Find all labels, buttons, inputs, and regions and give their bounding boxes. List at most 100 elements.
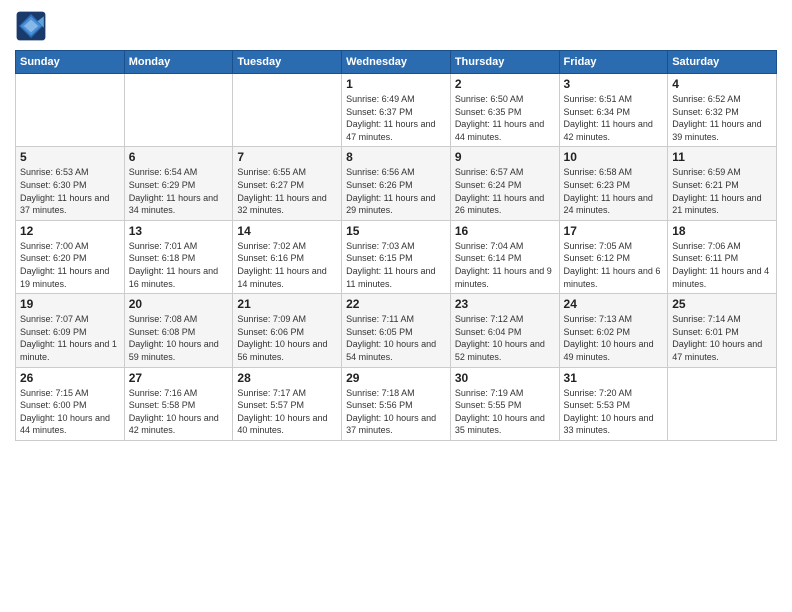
calendar-week-row: 12 Sunrise: 7:00 AM Sunset: 6:20 PM Dayli… bbox=[16, 220, 777, 293]
weekday-header: Tuesday bbox=[233, 51, 342, 74]
day-number: 20 bbox=[129, 297, 229, 311]
day-info: Sunrise: 7:18 AM Sunset: 5:56 PM Dayligh… bbox=[346, 387, 446, 437]
day-number: 3 bbox=[564, 77, 664, 91]
day-number: 12 bbox=[20, 224, 120, 238]
day-number: 22 bbox=[346, 297, 446, 311]
calendar-cell: 30 Sunrise: 7:19 AM Sunset: 5:55 PM Dayli… bbox=[450, 367, 559, 440]
calendar-cell: 21 Sunrise: 7:09 AM Sunset: 6:06 PM Dayli… bbox=[233, 294, 342, 367]
weekday-header: Wednesday bbox=[342, 51, 451, 74]
day-info: Sunrise: 6:55 AM Sunset: 6:27 PM Dayligh… bbox=[237, 166, 337, 216]
calendar-week-row: 1 Sunrise: 6:49 AM Sunset: 6:37 PM Daylig… bbox=[16, 74, 777, 147]
calendar-week-row: 19 Sunrise: 7:07 AM Sunset: 6:09 PM Dayli… bbox=[16, 294, 777, 367]
logo bbox=[15, 10, 51, 42]
calendar-cell: 13 Sunrise: 7:01 AM Sunset: 6:18 PM Dayli… bbox=[124, 220, 233, 293]
page-header bbox=[15, 10, 777, 42]
day-info: Sunrise: 6:59 AM Sunset: 6:21 PM Dayligh… bbox=[672, 166, 772, 216]
calendar-cell: 17 Sunrise: 7:05 AM Sunset: 6:12 PM Dayli… bbox=[559, 220, 668, 293]
calendar-cell: 16 Sunrise: 7:04 AM Sunset: 6:14 PM Dayli… bbox=[450, 220, 559, 293]
calendar-cell: 14 Sunrise: 7:02 AM Sunset: 6:16 PM Dayli… bbox=[233, 220, 342, 293]
day-info: Sunrise: 6:51 AM Sunset: 6:34 PM Dayligh… bbox=[564, 93, 664, 143]
day-number: 17 bbox=[564, 224, 664, 238]
day-info: Sunrise: 7:09 AM Sunset: 6:06 PM Dayligh… bbox=[237, 313, 337, 363]
day-number: 14 bbox=[237, 224, 337, 238]
calendar-cell: 10Sunrise: 6:58 AM Sunset: 6:23 PM Dayli… bbox=[559, 147, 668, 220]
day-number: 31 bbox=[564, 371, 664, 385]
calendar-cell: 2Sunrise: 6:50 AM Sunset: 6:35 PM Daylig… bbox=[450, 74, 559, 147]
day-info: Sunrise: 6:57 AM Sunset: 6:24 PM Dayligh… bbox=[455, 166, 555, 216]
weekday-header: Sunday bbox=[16, 51, 125, 74]
weekday-header-row: SundayMondayTuesdayWednesdayThursdayFrid… bbox=[16, 51, 777, 74]
day-info: Sunrise: 6:54 AM Sunset: 6:29 PM Dayligh… bbox=[129, 166, 229, 216]
day-number: 16 bbox=[455, 224, 555, 238]
calendar-cell: 19 Sunrise: 7:07 AM Sunset: 6:09 PM Dayli… bbox=[16, 294, 125, 367]
weekday-header: Thursday bbox=[450, 51, 559, 74]
logo-icon bbox=[15, 10, 47, 42]
calendar-cell: 3 Sunrise: 6:51 AM Sunset: 6:34 PM Daylig… bbox=[559, 74, 668, 147]
day-info: Sunrise: 7:04 AM Sunset: 6:14 PM Dayligh… bbox=[455, 240, 555, 290]
calendar-cell: 6Sunrise: 6:54 AM Sunset: 6:29 PM Daylig… bbox=[124, 147, 233, 220]
day-number: 21 bbox=[237, 297, 337, 311]
day-number: 13 bbox=[129, 224, 229, 238]
calendar-cell: 20Sunrise: 7:08 AM Sunset: 6:08 PM Dayli… bbox=[124, 294, 233, 367]
weekday-header: Monday bbox=[124, 51, 233, 74]
calendar-week-row: 26Sunrise: 7:15 AM Sunset: 6:00 PM Dayli… bbox=[16, 367, 777, 440]
calendar-cell: 15Sunrise: 7:03 AM Sunset: 6:15 PM Dayli… bbox=[342, 220, 451, 293]
day-number: 2 bbox=[455, 77, 555, 91]
day-info: Sunrise: 7:20 AM Sunset: 5:53 PM Dayligh… bbox=[564, 387, 664, 437]
calendar-cell: 9 Sunrise: 6:57 AM Sunset: 6:24 PM Daylig… bbox=[450, 147, 559, 220]
day-number: 5 bbox=[20, 150, 120, 164]
day-info: Sunrise: 7:12 AM Sunset: 6:04 PM Dayligh… bbox=[455, 313, 555, 363]
day-info: Sunrise: 7:07 AM Sunset: 6:09 PM Dayligh… bbox=[20, 313, 120, 363]
day-info: Sunrise: 7:05 AM Sunset: 6:12 PM Dayligh… bbox=[564, 240, 664, 290]
day-number: 1 bbox=[346, 77, 446, 91]
calendar-cell: 4 Sunrise: 6:52 AM Sunset: 6:32 PM Daylig… bbox=[668, 74, 777, 147]
day-info: Sunrise: 7:13 AM Sunset: 6:02 PM Dayligh… bbox=[564, 313, 664, 363]
calendar-cell: 18Sunrise: 7:06 AM Sunset: 6:11 PM Dayli… bbox=[668, 220, 777, 293]
day-number: 7 bbox=[237, 150, 337, 164]
calendar-cell: 5Sunrise: 6:53 AM Sunset: 6:30 PM Daylig… bbox=[16, 147, 125, 220]
weekday-header: Saturday bbox=[668, 51, 777, 74]
day-number: 10 bbox=[564, 150, 664, 164]
calendar-cell: 23 Sunrise: 7:12 AM Sunset: 6:04 PM Dayli… bbox=[450, 294, 559, 367]
day-number: 24 bbox=[564, 297, 664, 311]
day-info: Sunrise: 7:16 AM Sunset: 5:58 PM Dayligh… bbox=[129, 387, 229, 437]
day-number: 9 bbox=[455, 150, 555, 164]
day-number: 23 bbox=[455, 297, 555, 311]
calendar-cell: 27 Sunrise: 7:16 AM Sunset: 5:58 PM Dayli… bbox=[124, 367, 233, 440]
day-info: Sunrise: 7:01 AM Sunset: 6:18 PM Dayligh… bbox=[129, 240, 229, 290]
day-number: 28 bbox=[237, 371, 337, 385]
day-number: 30 bbox=[455, 371, 555, 385]
weekday-header: Friday bbox=[559, 51, 668, 74]
calendar-cell: 22Sunrise: 7:11 AM Sunset: 6:05 PM Dayli… bbox=[342, 294, 451, 367]
day-info: Sunrise: 7:14 AM Sunset: 6:01 PM Dayligh… bbox=[672, 313, 772, 363]
day-info: Sunrise: 7:02 AM Sunset: 6:16 PM Dayligh… bbox=[237, 240, 337, 290]
day-number: 29 bbox=[346, 371, 446, 385]
day-number: 8 bbox=[346, 150, 446, 164]
calendar-cell: 24 Sunrise: 7:13 AM Sunset: 6:02 PM Dayli… bbox=[559, 294, 668, 367]
day-number: 26 bbox=[20, 371, 120, 385]
calendar-cell bbox=[668, 367, 777, 440]
day-info: Sunrise: 6:52 AM Sunset: 6:32 PM Dayligh… bbox=[672, 93, 772, 143]
calendar-cell bbox=[16, 74, 125, 147]
calendar-week-row: 5Sunrise: 6:53 AM Sunset: 6:30 PM Daylig… bbox=[16, 147, 777, 220]
calendar-cell: 11 Sunrise: 6:59 AM Sunset: 6:21 PM Dayli… bbox=[668, 147, 777, 220]
day-info: Sunrise: 7:03 AM Sunset: 6:15 PM Dayligh… bbox=[346, 240, 446, 290]
day-info: Sunrise: 7:19 AM Sunset: 5:55 PM Dayligh… bbox=[455, 387, 555, 437]
calendar-cell: 29 Sunrise: 7:18 AM Sunset: 5:56 PM Dayli… bbox=[342, 367, 451, 440]
calendar-cell: 1 Sunrise: 6:49 AM Sunset: 6:37 PM Daylig… bbox=[342, 74, 451, 147]
calendar-cell: 8Sunrise: 6:56 AM Sunset: 6:26 PM Daylig… bbox=[342, 147, 451, 220]
day-number: 11 bbox=[672, 150, 772, 164]
day-number: 27 bbox=[129, 371, 229, 385]
calendar-table: SundayMondayTuesdayWednesdayThursdayFrid… bbox=[15, 50, 777, 441]
calendar-cell: 26Sunrise: 7:15 AM Sunset: 6:00 PM Dayli… bbox=[16, 367, 125, 440]
calendar-cell: 25Sunrise: 7:14 AM Sunset: 6:01 PM Dayli… bbox=[668, 294, 777, 367]
day-info: Sunrise: 6:49 AM Sunset: 6:37 PM Dayligh… bbox=[346, 93, 446, 143]
calendar-cell: 28Sunrise: 7:17 AM Sunset: 5:57 PM Dayli… bbox=[233, 367, 342, 440]
day-number: 4 bbox=[672, 77, 772, 91]
calendar-cell bbox=[124, 74, 233, 147]
day-info: Sunrise: 7:00 AM Sunset: 6:20 PM Dayligh… bbox=[20, 240, 120, 290]
day-number: 18 bbox=[672, 224, 772, 238]
calendar-cell: 31 Sunrise: 7:20 AM Sunset: 5:53 PM Dayli… bbox=[559, 367, 668, 440]
calendar-cell: 7 Sunrise: 6:55 AM Sunset: 6:27 PM Daylig… bbox=[233, 147, 342, 220]
day-number: 19 bbox=[20, 297, 120, 311]
